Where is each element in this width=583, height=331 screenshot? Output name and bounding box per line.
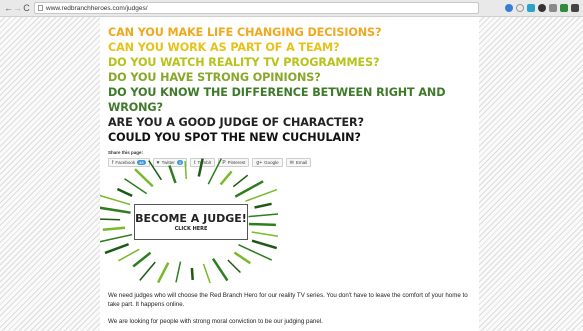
headline-list: CAN YOU MAKE LIFE CHANGING DECISIONS? CAN… bbox=[108, 25, 479, 145]
extension-icon-green[interactable] bbox=[560, 4, 568, 12]
sunburst-ray bbox=[234, 180, 264, 198]
sunburst-ray bbox=[227, 259, 241, 274]
second-paragraph: We are looking for people with strong mo… bbox=[108, 318, 323, 325]
sunburst-ray bbox=[97, 218, 121, 221]
star-icon[interactable] bbox=[516, 4, 524, 12]
page-icon bbox=[38, 5, 43, 11]
extension-icons bbox=[505, 4, 579, 12]
sunburst-ray bbox=[233, 251, 251, 265]
email-icon: ✉ bbox=[289, 159, 294, 166]
sunburst-ray bbox=[219, 170, 233, 186]
sunburst-ray bbox=[197, 158, 204, 177]
extension-icon-blue[interactable] bbox=[505, 4, 513, 12]
sunburst-ray bbox=[211, 258, 229, 282]
sunburst-ray bbox=[124, 178, 148, 195]
headline-4: DO YOU HAVE STRONG OPINIONS? bbox=[108, 71, 321, 84]
sunburst-ray bbox=[251, 231, 279, 237]
sunburst-ray bbox=[175, 261, 182, 283]
sunburst-ray bbox=[168, 165, 177, 184]
extension-icon-cyan[interactable] bbox=[527, 4, 535, 12]
headline-3: DO YOU WATCH REALITY TV PROGRAMMES? bbox=[108, 56, 380, 69]
sunburst-ray bbox=[232, 174, 249, 188]
back-button[interactable]: ← bbox=[4, 3, 13, 13]
menu-icon[interactable] bbox=[571, 4, 579, 12]
sunburst-ray bbox=[207, 158, 222, 185]
sunburst-ray bbox=[156, 262, 170, 284]
sunburst-ray bbox=[254, 202, 272, 209]
sunburst-ray bbox=[118, 248, 140, 262]
headline-1: CAN YOU MAKE LIFE CHANGING DECISIONS? bbox=[108, 26, 382, 39]
intro-paragraph: We need judges who will choose the Red B… bbox=[108, 292, 468, 308]
sunburst-ray bbox=[184, 161, 188, 180]
address-bar[interactable]: www.redbranchheroes.com/judges/ bbox=[34, 2, 479, 14]
sunburst-ray bbox=[148, 160, 163, 181]
reload-button[interactable]: C bbox=[22, 3, 31, 13]
forward-button[interactable]: → bbox=[13, 3, 22, 13]
sunburst-ray bbox=[96, 193, 131, 206]
banner-subtitle: CLICK HERE bbox=[174, 226, 208, 232]
banner-label-box[interactable]: BECOME A JUDGE! CLICK HERE bbox=[134, 204, 248, 240]
headline-8: COULD YOU SPOT THE NEW CUCHULAIN? bbox=[108, 131, 361, 144]
headline-6: WRONG? bbox=[108, 101, 163, 114]
headline-7: ARE YOU A GOOD JUDGE OF CHARACTER? bbox=[108, 116, 364, 129]
left-background-pattern bbox=[0, 17, 100, 331]
url-text: www.redbranchheroes.com/judges/ bbox=[46, 4, 148, 12]
sunburst-ray bbox=[248, 222, 276, 227]
banner-title: BECOME A JUDGE! bbox=[135, 212, 247, 225]
become-a-judge-banner[interactable]: BECOME A JUDGE! CLICK HERE bbox=[93, 155, 280, 288]
sunburst-ray bbox=[245, 188, 278, 202]
sunburst-ray bbox=[134, 168, 154, 188]
sunburst-ray bbox=[116, 187, 133, 198]
sunburst-ray bbox=[93, 233, 133, 244]
share-button-email[interactable]: ✉ Email bbox=[285, 158, 312, 167]
sunburst-ray bbox=[190, 267, 194, 280]
sunburst-ray bbox=[251, 239, 278, 250]
sunburst-ray bbox=[139, 261, 156, 281]
extension-icon-dark[interactable] bbox=[538, 4, 546, 12]
sunburst-ray bbox=[102, 226, 126, 232]
sunburst-ray bbox=[248, 213, 280, 218]
right-background-pattern bbox=[479, 17, 583, 331]
sunburst-ray bbox=[95, 205, 131, 214]
headline-2: CAN YOU WORK AS PART OF A TEAM? bbox=[108, 41, 340, 54]
sunburst-ray bbox=[132, 251, 152, 268]
browser-toolbar: ← → C www.redbranchheroes.com/judges/ bbox=[0, 0, 583, 17]
extension-icon-grey[interactable] bbox=[549, 4, 557, 12]
headline-5: DO YOU KNOW THE DIFFERENCE BETWEEN RIGHT… bbox=[108, 86, 446, 99]
sunburst-ray bbox=[202, 263, 213, 288]
share-button-label: Email bbox=[295, 160, 308, 165]
sunburst-ray bbox=[104, 243, 130, 255]
